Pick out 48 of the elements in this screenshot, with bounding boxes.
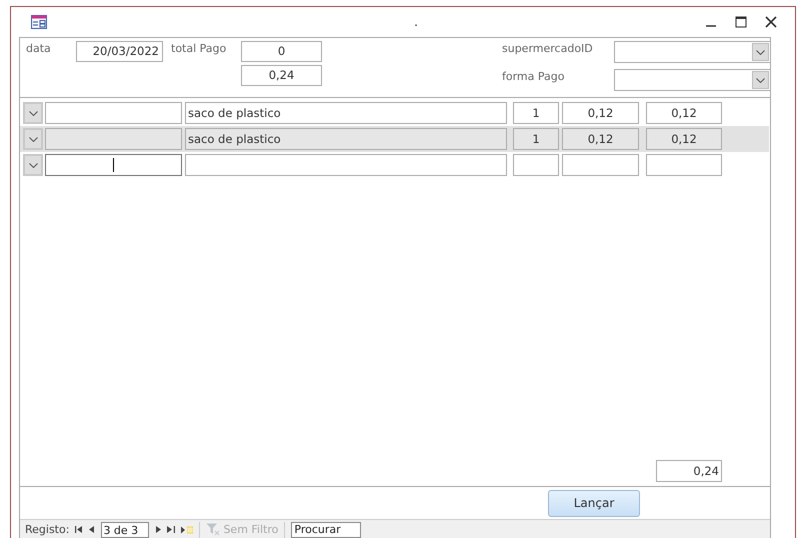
field-label: total Pago [171,41,228,57]
total-field[interactable]: 0 [241,41,322,62]
line-total-field[interactable]: 0,12 [646,128,722,150]
quantity-field[interactable]: 1 [513,128,559,150]
filter-icon [206,523,220,536]
search-field[interactable]: Procurar [291,522,362,538]
last-record-icon[interactable] [167,526,176,533]
close-icon[interactable] [765,16,777,28]
sum-field[interactable]: 0,24 [241,65,322,86]
code-field[interactable] [45,154,182,176]
quantity-field[interactable]: 1 [513,102,559,124]
window-title: . [413,15,419,29]
quantity-field[interactable] [513,154,559,176]
form-icon [31,15,47,29]
line-total-field[interactable]: 0,12 [646,102,722,124]
field-label: forma Pago [502,69,566,85]
date-field[interactable]: 20/03/2022 [76,41,163,62]
caret-icon [756,78,765,82]
caret-icon [28,136,38,142]
caret-icon [28,110,38,116]
launch-button[interactable]: Lançar [548,490,640,516]
code-field[interactable] [45,128,182,150]
dropdown-button[interactable] [23,128,43,150]
maximize-icon[interactable] [735,16,747,28]
price-field[interactable] [562,154,639,176]
text-cursor [113,158,114,172]
supermarket-combo[interactable] [614,41,771,63]
next-record-icon[interactable] [155,526,162,533]
price-field[interactable]: 0,12 [562,102,639,124]
line-total-field[interactable] [646,154,722,176]
caret-icon [756,50,765,54]
dropdown-button[interactable] [23,102,43,124]
record-number-field[interactable]: 3 de 3 [101,522,150,538]
caret-icon [28,162,38,168]
dropdown-button[interactable] [23,154,43,176]
code-field[interactable] [45,102,182,124]
description-field[interactable]: saco de plastico [185,128,507,150]
description-field[interactable] [185,154,507,176]
previous-record-icon[interactable] [89,526,96,533]
field-label: supermercadoID [502,41,594,57]
price-field[interactable]: 0,12 [562,128,639,150]
record-label: Registo: [25,523,70,536]
payment-combo[interactable] [614,69,771,91]
description-field[interactable]: saco de plastico [185,102,507,124]
new-record-icon[interactable] [181,526,194,534]
first-record-icon[interactable] [75,526,84,533]
subtotal-field[interactable]: 0,24 [656,460,722,482]
field-label: data [26,41,52,57]
